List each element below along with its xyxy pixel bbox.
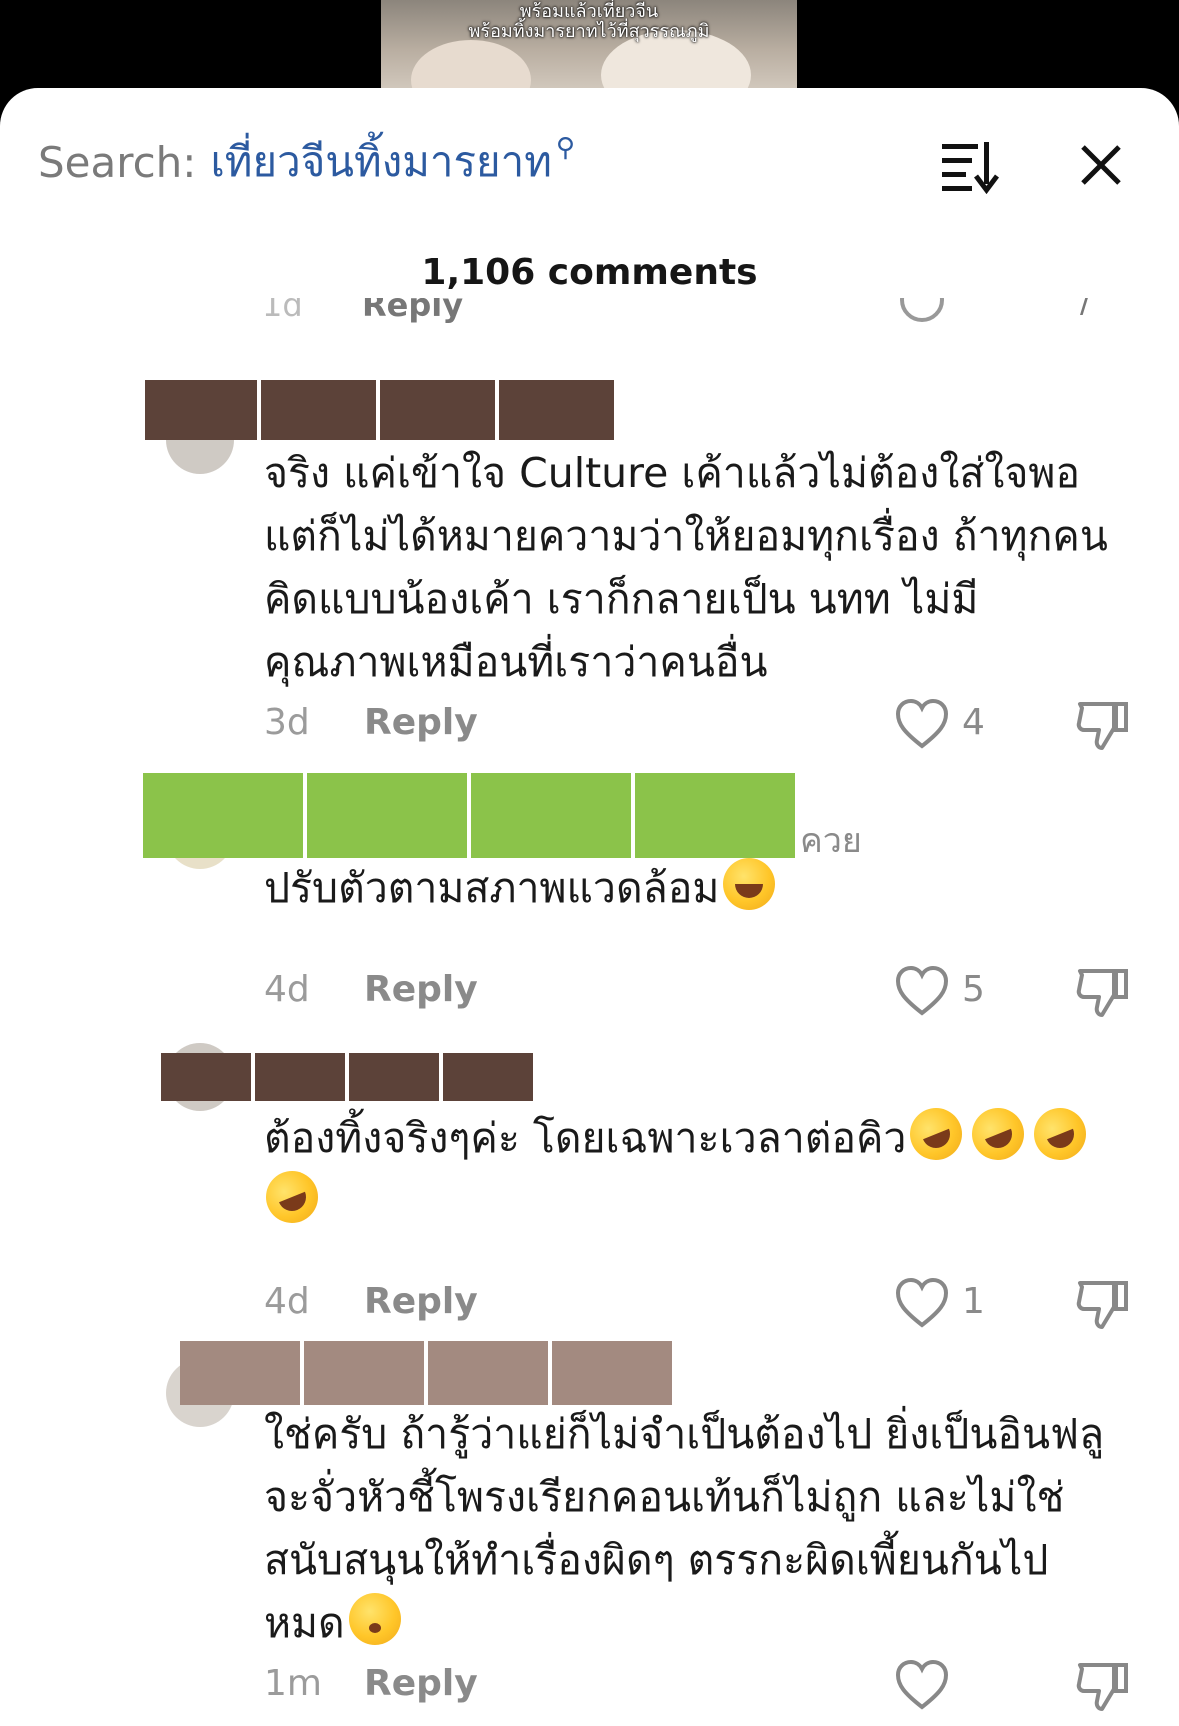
redaction-block <box>180 1341 300 1405</box>
video-caption-line-2: พร้อมทิ้งมารยาทไว้ที่สุวรรณภูมิ <box>468 21 710 42</box>
redaction-block <box>349 1053 439 1101</box>
video-caption: พร้อมแล้วเที่ยวจีน พร้อมทิ้งมารยาทไว้ที่… <box>381 2 797 42</box>
comment-line: จริง แค่เข้าใจ Culture เค้าแล้วไม่ต้องใส… <box>264 449 1081 497</box>
comments-sheet: Search: เที่ยวจีนทิ้งมารยาท ⚲ 1,106 comm… <box>0 88 1179 1726</box>
comment-line: ต้องทิ้งจริงๆค่ะ โดยเฉพาะเวลาต่อคิว <box>264 1100 1154 1170</box>
comment-line: คุณภาพเหมือนที่เราว่าคนอื่น <box>264 638 768 686</box>
reply-button[interactable]: Reply <box>364 969 478 1010</box>
dislike-icon[interactable]: / <box>1080 298 1091 320</box>
redaction-block <box>499 380 614 440</box>
comment-list: 1d Reply / จริง แค่เข้าใจ Culture เค้าแล… <box>0 88 1179 1726</box>
dislike-icon[interactable] <box>1074 963 1130 1019</box>
reply-button[interactable]: Reply <box>364 702 478 743</box>
redaction-block <box>161 1053 251 1101</box>
rofl-emoji-icon <box>258 1163 326 1231</box>
heart-icon[interactable] <box>894 698 950 750</box>
comment-age: 4d <box>264 969 310 1010</box>
comment-line: แต่ก็ไม่ได้หมายความว่าให้ยอมทุกเรื่อง ถ้… <box>264 512 1108 560</box>
redaction-block <box>143 773 303 858</box>
like-count: 1 <box>962 1281 985 1322</box>
username-redaction <box>180 1341 672 1405</box>
comment-actions: 4d Reply 5 <box>264 965 1164 1019</box>
comment-line: สนับสนุนให้ทำเรื่องผิดๆ ตรรกะผิดเพี้ยนกั… <box>264 1536 1049 1584</box>
heart-icon[interactable] <box>900 298 944 322</box>
comment-line-text: ปรับตัวตามสภาพแวดล้อม <box>264 864 720 912</box>
heart-icon[interactable] <box>894 965 950 1017</box>
dislike-icon[interactable] <box>1074 1657 1130 1713</box>
redaction-block <box>380 380 495 440</box>
heart-icon[interactable] <box>894 1277 950 1329</box>
comment-text: จริง แค่เข้าใจ Culture เค้าแล้วไม่ต้องใส… <box>264 442 1154 694</box>
comment-line: คิดแบบน้องเค้า เราก็กลายเป็น นทท ไม่มี <box>264 575 979 623</box>
redaction-block <box>471 773 631 858</box>
video-caption-line-1: พร้อมแล้วเที่ยวจีน <box>519 1 659 22</box>
comment-actions: 4d Reply 1 <box>264 1277 1164 1331</box>
redaction-block <box>552 1341 672 1405</box>
comment-line: ปรับตัวตามสภาพแวดล้อม <box>264 857 1154 920</box>
heart-icon[interactable] <box>894 1659 950 1711</box>
comment-text: ต้องทิ้งจริงๆค่ะ โดยเฉพาะเวลาต่อคิว <box>258 1100 1154 1233</box>
redaction-block <box>304 1341 424 1405</box>
video-thumbnail[interactable]: พร้อมแล้วเที่ยวจีน พร้อมทิ้งมารยาทไว้ที่… <box>381 0 797 100</box>
comment-line: จะจั่วหัวชี้โพรงเรียกคอนเท้นก็ไม่ถูก และ… <box>264 1473 1065 1521</box>
comment-line: หมด <box>264 1592 1154 1655</box>
redaction-block <box>307 773 467 858</box>
comment-age: 3d <box>264 702 310 743</box>
comment-age: 1d <box>262 298 303 324</box>
comment-line-text: ต้องทิ้งจริงๆค่ะ โดยเฉพาะเวลาต่อคิว <box>264 1114 907 1162</box>
redaction-block <box>255 1053 345 1101</box>
comment-actions: 3d Reply 4 <box>264 698 1164 752</box>
username-redaction <box>145 380 614 440</box>
laughing-emoji-icon <box>723 858 776 910</box>
redaction-block <box>145 380 257 440</box>
comment-line-text: หมด <box>264 1599 345 1647</box>
comment-text: ปรับตัวตามสภาพแวดล้อม <box>264 857 1154 920</box>
like-count: 4 <box>962 702 985 743</box>
comment-age: 1m <box>264 1663 322 1704</box>
face-exhaling-emoji-icon <box>348 1593 401 1645</box>
rofl-emoji-icon <box>1026 1100 1095 1168</box>
comment-line <box>258 1163 1154 1233</box>
dislike-icon[interactable] <box>1074 696 1130 752</box>
reply-button[interactable]: Reply <box>364 1281 478 1322</box>
redaction-block <box>428 1341 548 1405</box>
reply-button[interactable]: Reply <box>364 1663 478 1704</box>
scrolled-comment-actions: 1d Reply / <box>0 298 1179 326</box>
dislike-icon[interactable] <box>1074 1275 1130 1331</box>
rofl-emoji-icon <box>964 1100 1033 1168</box>
comment-line: ใช่ครับ ถ้ารู้ว่าแย่ก็ไม่จำเป็นต้องไป ยิ… <box>264 1410 1105 1458</box>
video-preview[interactable]: พร้อมแล้วเที่ยวจีน พร้อมทิ้งมารยาทไว้ที่… <box>0 0 1179 100</box>
redaction-block <box>635 773 795 858</box>
comment-actions: 1m Reply <box>264 1659 1164 1713</box>
redaction-block <box>261 380 376 440</box>
username-redaction <box>143 773 795 858</box>
like-count: 5 <box>962 969 985 1010</box>
redaction-block <box>443 1053 533 1101</box>
comment-age: 4d <box>264 1281 310 1322</box>
username-redaction <box>161 1053 533 1101</box>
reply-button[interactable]: Reply <box>362 298 463 324</box>
rofl-emoji-icon <box>902 1100 971 1168</box>
comment-text: ใช่ครับ ถ้ารู้ว่าแย่ก็ไม่จำเป็นต้องไป ยิ… <box>264 1403 1154 1655</box>
